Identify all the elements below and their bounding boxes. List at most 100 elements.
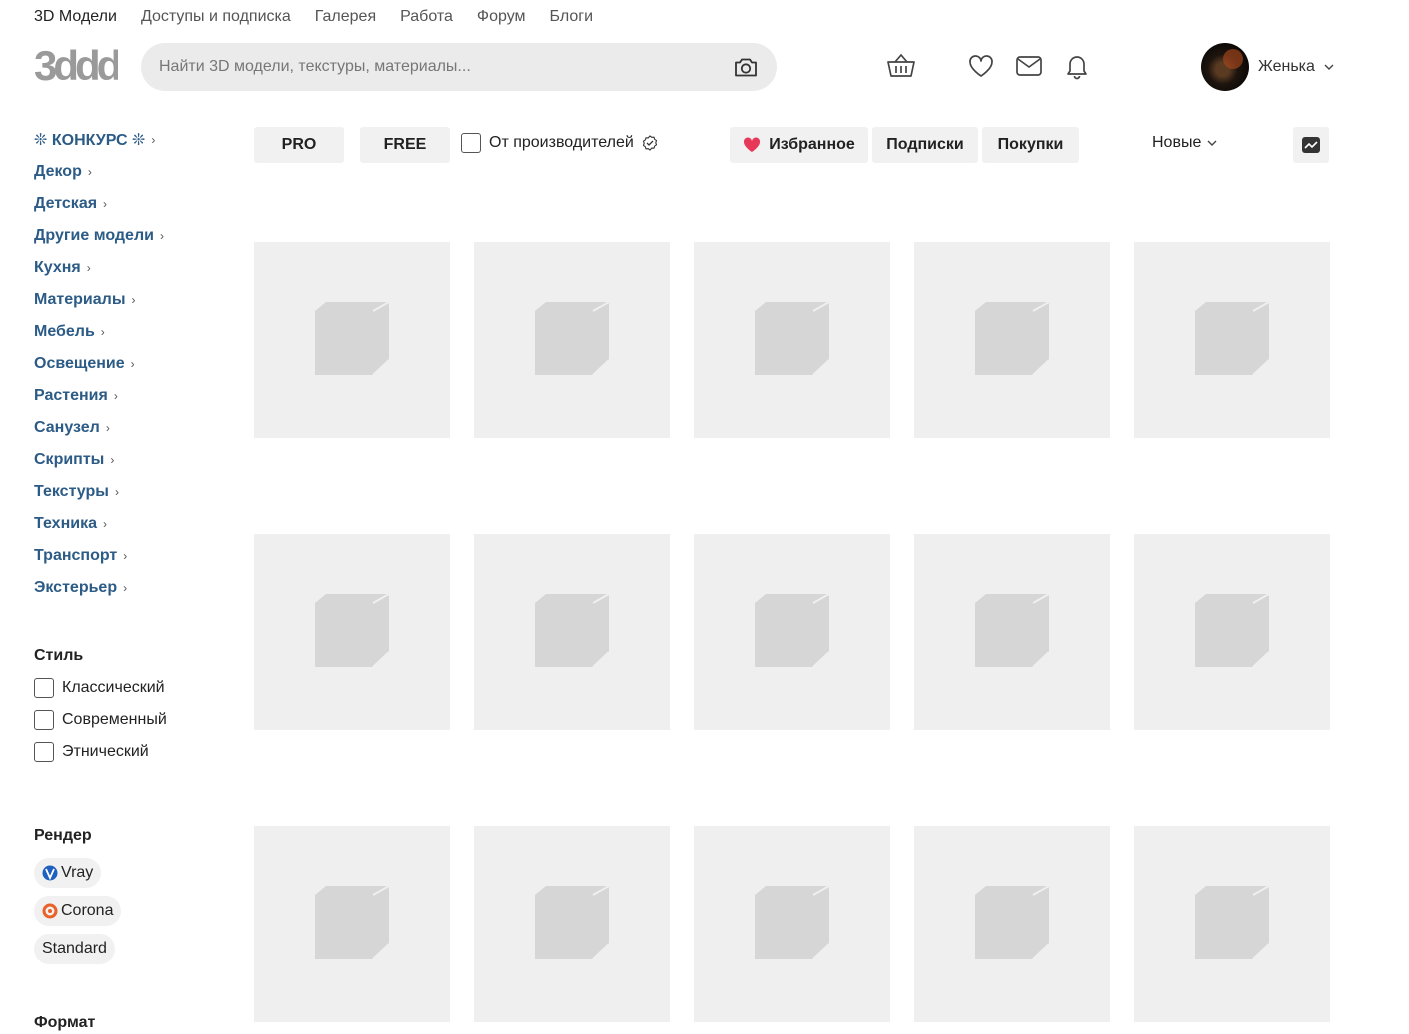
model-card-placeholder[interactable] bbox=[474, 242, 670, 438]
cube-placeholder-icon bbox=[534, 300, 610, 380]
maker-checkbox[interactable] bbox=[461, 133, 481, 153]
chevron-right-icon: › bbox=[86, 261, 91, 275]
heart-icon[interactable] bbox=[965, 50, 997, 82]
purchases-button[interactable]: Покупки bbox=[982, 127, 1079, 163]
sidebar-category-label: Растения bbox=[34, 387, 108, 404]
model-card-placeholder[interactable] bbox=[914, 242, 1110, 438]
sidebar-category-label: Кухня bbox=[34, 259, 81, 276]
model-card-placeholder[interactable] bbox=[254, 534, 450, 730]
model-card-placeholder[interactable] bbox=[914, 534, 1110, 730]
sidebar-category-label: Санузел bbox=[34, 419, 100, 436]
sidebar-category[interactable]: Растения › bbox=[34, 380, 234, 412]
model-card-placeholder[interactable] bbox=[474, 826, 670, 1022]
sidebar-category[interactable]: Декор › bbox=[34, 156, 234, 188]
sidebar-category[interactable]: Кухня › bbox=[34, 252, 234, 284]
nav-access-subscription[interactable]: Доступы и подписка bbox=[141, 6, 291, 28]
bell-icon[interactable] bbox=[1061, 50, 1093, 82]
nav-gallery[interactable]: Галерея bbox=[315, 6, 376, 28]
sidebar-category-label: Транспорт bbox=[34, 547, 118, 564]
model-card-placeholder[interactable] bbox=[914, 826, 1110, 1022]
cube-placeholder-icon bbox=[974, 884, 1050, 964]
sidebar-category[interactable]: Материалы › bbox=[34, 284, 234, 316]
sort-dropdown[interactable]: Новые bbox=[1152, 134, 1217, 152]
sidebar-category[interactable]: Детская › bbox=[34, 188, 234, 220]
mail-icon[interactable] bbox=[1013, 50, 1045, 82]
chart-icon bbox=[1302, 137, 1320, 153]
sidebar-category-label: Техника bbox=[34, 515, 97, 532]
user-name: Женька bbox=[1258, 58, 1315, 75]
stats-chart-button[interactable] bbox=[1293, 127, 1329, 163]
cube-placeholder-icon bbox=[754, 592, 830, 672]
model-card-placeholder[interactable] bbox=[694, 534, 890, 730]
subscriptions-button[interactable]: Подписки bbox=[872, 127, 978, 163]
nav-jobs[interactable]: Работа bbox=[400, 6, 453, 28]
render-vray-pill[interactable]: Vray bbox=[34, 858, 102, 888]
style-option[interactable]: Этнический bbox=[34, 736, 234, 768]
sidebar-category-label: Мебель bbox=[34, 323, 95, 340]
nav-forum[interactable]: Форум bbox=[477, 6, 526, 28]
pro-filter-button[interactable]: PRO bbox=[254, 127, 344, 163]
render-vray-label: Vray bbox=[61, 864, 94, 881]
favorites-button[interactable]: Избранное bbox=[730, 127, 868, 163]
sidebar-category[interactable]: Мебель › bbox=[34, 316, 234, 348]
sidebar-category[interactable]: Санузел › bbox=[34, 412, 234, 444]
nav-blogs[interactable]: Блоги bbox=[550, 6, 594, 28]
sidebar-category[interactable]: Техника › bbox=[34, 508, 234, 540]
vray-icon bbox=[42, 865, 58, 881]
chevron-right-icon: › bbox=[87, 165, 92, 179]
cart-icon[interactable] bbox=[885, 50, 917, 82]
sidebar-category-label: ❊ КОНКУРС ❊ bbox=[34, 132, 146, 149]
style-option[interactable]: Классический bbox=[34, 672, 234, 704]
model-card-placeholder[interactable] bbox=[694, 826, 890, 1022]
style-checkbox[interactable] bbox=[34, 678, 54, 698]
style-checkbox[interactable] bbox=[34, 742, 54, 762]
sidebar-category-label: Текстуры bbox=[34, 483, 109, 500]
render-standard-label: Standard bbox=[42, 940, 107, 957]
maker-filter[interactable]: От производителей bbox=[461, 133, 658, 153]
free-filter-button[interactable]: FREE bbox=[360, 127, 450, 163]
cube-placeholder-icon bbox=[1194, 592, 1270, 672]
render-corona-label: Corona bbox=[61, 902, 114, 919]
style-title: Стиль bbox=[34, 647, 84, 664]
sidebar-category-label: Материалы bbox=[34, 291, 126, 308]
chevron-right-icon: › bbox=[103, 197, 108, 211]
model-card-placeholder[interactable] bbox=[1134, 242, 1330, 438]
model-card-placeholder[interactable] bbox=[1134, 826, 1330, 1022]
sidebar-category[interactable]: Скрипты › bbox=[34, 444, 234, 476]
nav-3d-models[interactable]: 3D Модели bbox=[34, 6, 117, 28]
avatar[interactable] bbox=[1201, 43, 1249, 91]
sidebar-category-label: Скрипты bbox=[34, 451, 105, 468]
cube-placeholder-icon bbox=[534, 884, 610, 964]
sidebar-category-label: Другие модели bbox=[34, 227, 154, 244]
model-card-placeholder[interactable] bbox=[254, 826, 450, 1022]
model-card-placeholder[interactable] bbox=[474, 534, 670, 730]
cube-placeholder-icon bbox=[314, 884, 390, 964]
format-title: Формат bbox=[34, 1014, 96, 1031]
sidebar-category[interactable]: Экстерьер › bbox=[34, 572, 234, 604]
top-nav: 3D Модели Доступы и подписка Галерея Раб… bbox=[34, 6, 593, 28]
cube-placeholder-icon bbox=[754, 300, 830, 380]
style-checkbox[interactable] bbox=[34, 710, 54, 730]
render-corona-pill[interactable]: Corona bbox=[34, 896, 122, 926]
sidebar-category[interactable]: Освещение › bbox=[34, 348, 234, 380]
model-card-placeholder[interactable] bbox=[1134, 534, 1330, 730]
model-card-placeholder[interactable] bbox=[694, 242, 890, 438]
sidebar-category-label: Декор bbox=[34, 163, 82, 180]
camera-search-icon[interactable] bbox=[733, 54, 759, 80]
cube-placeholder-icon bbox=[314, 300, 390, 380]
sidebar-category[interactable]: ❊ КОНКУРС ❊ › bbox=[34, 124, 234, 156]
render-standard-pill[interactable]: Standard bbox=[34, 934, 115, 964]
sidebar-category[interactable]: Другие модели › bbox=[34, 220, 234, 252]
sidebar-category[interactable]: Текстуры › bbox=[34, 476, 234, 508]
user-menu[interactable]: Женька bbox=[1201, 43, 1334, 91]
sidebar-category[interactable]: Транспорт › bbox=[34, 540, 234, 572]
cube-placeholder-icon bbox=[974, 300, 1050, 380]
model-card-placeholder[interactable] bbox=[254, 242, 450, 438]
render-filter-list: Vray Corona Standard bbox=[34, 858, 234, 972]
style-option[interactable]: Современный bbox=[34, 704, 234, 736]
sort-label: Новые bbox=[1152, 134, 1202, 151]
site-logo[interactable]: 3ddd bbox=[34, 42, 124, 89]
favorites-label: Избранное bbox=[769, 136, 855, 153]
search-input[interactable] bbox=[159, 58, 733, 76]
chevron-right-icon: › bbox=[130, 357, 135, 371]
